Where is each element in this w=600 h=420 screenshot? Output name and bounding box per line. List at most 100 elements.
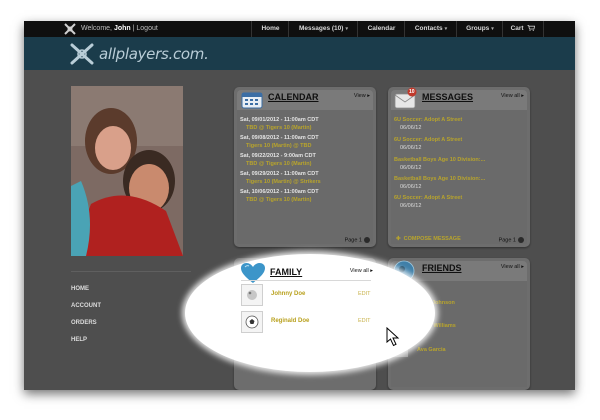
table-row: Reginald Doe EDIT xyxy=(241,311,375,333)
message-title-link[interactable]: Basketball Boys Age 10 Division:... xyxy=(394,156,485,164)
nav-messages[interactable]: Messages (10) ▾ xyxy=(288,21,358,37)
site-header: allplayers.com. xyxy=(24,37,575,70)
next-page-icon[interactable] xyxy=(364,236,370,243)
divider xyxy=(71,271,191,272)
calendar-title[interactable]: CALENDAR xyxy=(268,92,319,102)
list-item: 6U Soccer: Adopt A Street 06/06/12 xyxy=(394,136,462,152)
allplayers-logo-icon[interactable] xyxy=(69,42,95,66)
list-item: Basketball Boys Age 10 Division:... 06/06… xyxy=(394,156,485,172)
messages-panel: 10 MESSAGES View all ▸ 6U Soccer: Adopt … xyxy=(388,87,530,247)
edit-family-member-button[interactable]: EDIT xyxy=(358,318,371,324)
message-date: 06/06/12 xyxy=(400,125,422,131)
compose-message-label: COMPOSE MESSAGE xyxy=(403,236,461,242)
friend-name-link[interactable]: Ava Garcia xyxy=(417,347,446,353)
avatar[interactable] xyxy=(241,284,263,306)
nav-contacts-label: Contacts xyxy=(414,25,443,32)
message-title-link[interactable]: Basketball Boys Age 10 Division:... xyxy=(394,175,485,183)
friends-view-all-link[interactable]: View all ▸ xyxy=(501,264,524,270)
calendar-panel: CALENDAR View ▸ Sat, 09/01/2012 - 11:00a… xyxy=(234,87,376,247)
soccer-ball-icon xyxy=(245,315,259,329)
envelope-icon xyxy=(394,87,417,109)
calendar-page-label: Page 1 xyxy=(344,237,362,243)
edit-family-member-button[interactable]: EDIT xyxy=(358,291,371,297)
event-match-link[interactable]: TBD @ Tigers 10 (Martin) xyxy=(240,196,319,204)
list-item: Sat, 09/01/2012 - 11:00am CDT TBD @ Tiger… xyxy=(240,116,319,132)
calendar-view-link[interactable]: View ▸ xyxy=(354,93,370,99)
divider xyxy=(241,280,371,281)
calendar-icon xyxy=(241,92,263,109)
person-placeholder-icon xyxy=(247,290,257,300)
event-match-link[interactable]: TBD @ Tigers 10 (Martin) xyxy=(240,160,316,168)
nav-messages-label: Messages (10) xyxy=(299,25,344,32)
nav-home[interactable]: Home xyxy=(251,21,289,37)
nav-cart-label: Cart xyxy=(510,25,524,32)
messages-view-all-link[interactable]: View all ▸ xyxy=(501,93,524,99)
event-date: Sat, 10/06/2012 - 11:00am CDT xyxy=(240,189,319,195)
messages-pager[interactable]: Page 1 xyxy=(498,236,524,243)
family-view-all-link[interactable]: View all ▸ xyxy=(350,268,373,274)
logout-link[interactable]: Logout xyxy=(136,25,157,32)
message-title-link[interactable]: 6U Soccer: Adopt A Street xyxy=(394,194,462,202)
compose-plus-icon: ✚ xyxy=(396,236,401,242)
family-panel: FAMILY View all ▸ Johnny Doe EDIT Regina… xyxy=(233,259,375,379)
message-date: 06/06/12 xyxy=(400,145,422,151)
compose-message-button[interactable]: ✚ COMPOSE MESSAGE xyxy=(396,236,461,242)
list-item: Sat, 09/08/2012 - 11:00am CDT Tigers 10 (… xyxy=(240,134,319,150)
messages-title[interactable]: MESSAGES xyxy=(422,92,473,102)
event-date: Sat, 09/08/2012 - 11:00am CDT xyxy=(240,135,319,141)
family-member-name-link[interactable]: Reginald Doe xyxy=(271,318,309,324)
profile-photo xyxy=(71,86,183,256)
message-date: 06/06/12 xyxy=(400,203,422,209)
allplayers-logo-icon[interactable] xyxy=(64,23,76,35)
nav-groups[interactable]: Groups ▾ xyxy=(456,21,503,37)
cart-icon xyxy=(527,24,536,32)
list-item: Sat, 10/06/2012 - 11:00am CDT TBD @ Tiger… xyxy=(240,188,319,204)
event-date: Sat, 09/29/2012 - 11:00am CDT xyxy=(240,171,319,177)
welcome-prefix: Welcome, xyxy=(81,25,114,32)
list-item: Sat, 09/22/2012 - 9:00am CDT TBD @ Tigers… xyxy=(240,152,316,168)
browser-page: Welcome, John | Logout Home Messages (10… xyxy=(24,21,575,390)
nav-calendar-label: Calendar xyxy=(367,25,396,32)
chevron-down-icon: ▾ xyxy=(345,26,348,32)
sidenav-home[interactable]: HOME xyxy=(71,286,191,303)
top-nav-bar: Welcome, John | Logout Home Messages (10… xyxy=(24,21,575,37)
list-item: 6U Soccer: Adopt A Street 06/06/12 xyxy=(394,116,462,132)
sidenav-help[interactable]: HELP xyxy=(71,337,191,354)
messages-page-label: Page 1 xyxy=(498,237,516,243)
welcome-text: Welcome, John | Logout xyxy=(81,25,158,32)
friends-title[interactable]: FRIENDS xyxy=(422,263,462,273)
event-match-link[interactable]: TBD @ Tigers 10 (Martin) xyxy=(240,124,319,132)
nav-calendar[interactable]: Calendar xyxy=(357,21,405,37)
brand-name[interactable]: allplayers.com. xyxy=(99,45,209,63)
chevron-down-icon: ▾ xyxy=(491,26,494,32)
list-item: 6U Soccer: Adopt A Street 06/06/12 xyxy=(394,194,462,210)
event-date: Sat, 09/01/2012 - 11:00am CDT xyxy=(240,117,319,123)
family-member-name-link[interactable]: Johnny Doe xyxy=(271,291,305,297)
nav-contacts[interactable]: Contacts ▾ xyxy=(404,21,457,37)
list-item: Basketball Boys Age 10 Division:... 06/06… xyxy=(394,175,485,191)
username: John xyxy=(113,25,131,32)
side-nav: HOME ACCOUNT ORDERS HELP xyxy=(71,271,191,354)
message-title-link[interactable]: 6U Soccer: Adopt A Street xyxy=(394,116,462,124)
event-match-link[interactable]: Tigers 10 (Martin) @ TBD xyxy=(240,142,319,150)
family-title[interactable]: FAMILY xyxy=(270,267,302,277)
sidenav-account[interactable]: ACCOUNT xyxy=(71,303,191,320)
nav-home-label: Home xyxy=(261,25,280,32)
list-item: Sat, 09/29/2012 - 11:00am CDT Tigers 10 (… xyxy=(240,170,321,186)
chevron-down-icon: ▾ xyxy=(444,26,448,32)
messages-badge: 10 xyxy=(409,89,415,95)
calendar-pager[interactable]: Page 1 xyxy=(344,236,370,243)
table-row: Johnny Doe EDIT xyxy=(241,284,375,306)
message-date: 06/06/12 xyxy=(400,184,422,190)
nav-groups-label: Groups xyxy=(466,25,490,32)
message-date: 06/06/12 xyxy=(400,165,422,171)
avatar[interactable] xyxy=(241,311,263,333)
mouse-cursor-icon xyxy=(386,327,400,347)
next-page-icon[interactable] xyxy=(518,236,524,243)
nav-cart[interactable]: Cart xyxy=(502,21,544,37)
profile-photo-image xyxy=(71,86,183,256)
message-title-link[interactable]: 6U Soccer: Adopt A Street xyxy=(394,136,462,144)
event-date: Sat, 09/22/2012 - 9:00am CDT xyxy=(240,153,316,159)
sidenav-orders[interactable]: ORDERS xyxy=(71,320,191,337)
event-match-link[interactable]: Tigers 10 (Martin) @ Strikers xyxy=(240,178,321,186)
